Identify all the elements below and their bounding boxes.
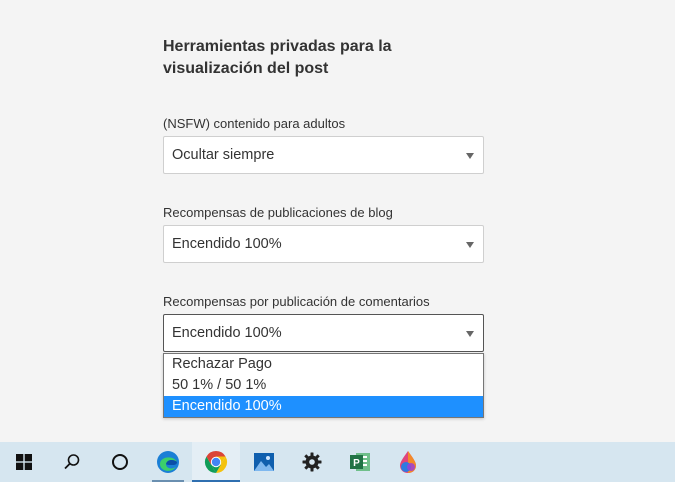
dropdown-option-split[interactable]: 50 1% / 50 1%: [164, 375, 483, 396]
blog-rewards-label: Recompensas de publicaciones de blog: [163, 205, 393, 220]
dropdown-option-decline[interactable]: Rechazar Pago: [164, 354, 483, 375]
windows-start-icon[interactable]: [0, 442, 48, 482]
cortana-icon[interactable]: [96, 442, 144, 482]
svg-text:P: P: [353, 458, 360, 469]
search-icon[interactable]: [48, 442, 96, 482]
nsfw-select[interactable]: Ocultar siempre: [163, 136, 484, 174]
comment-rewards-select-value: Encendido 100%: [172, 325, 282, 341]
photos-icon[interactable]: [240, 442, 288, 482]
paint-icon[interactable]: [384, 442, 432, 482]
caret-down-icon: [466, 242, 474, 248]
blog-rewards-select-value: Encendido 100%: [172, 236, 282, 252]
blog-rewards-select[interactable]: Encendido 100%: [163, 225, 484, 263]
settings-icon[interactable]: [288, 442, 336, 482]
nsfw-label: (NSFW) contenido para adultos: [163, 116, 346, 131]
comment-rewards-select[interactable]: Encendido 100%: [163, 314, 484, 352]
dropdown-option-full[interactable]: Encendido 100%: [164, 396, 483, 417]
caret-down-icon: [466, 331, 474, 337]
chrome-icon[interactable]: [192, 442, 240, 482]
comment-rewards-label: Recompensas por publicación de comentari…: [163, 294, 430, 309]
caret-down-icon: [466, 153, 474, 159]
comment-rewards-dropdown: Rechazar Pago 50 1% / 50 1% Encendido 10…: [163, 353, 484, 418]
section-heading: Herramientas privadas para la visualizac…: [163, 38, 392, 77]
edge-icon[interactable]: [144, 442, 192, 482]
project-icon[interactable]: P: [336, 442, 384, 482]
nsfw-select-value: Ocultar siempre: [172, 147, 275, 163]
taskbar: P: [0, 442, 675, 482]
